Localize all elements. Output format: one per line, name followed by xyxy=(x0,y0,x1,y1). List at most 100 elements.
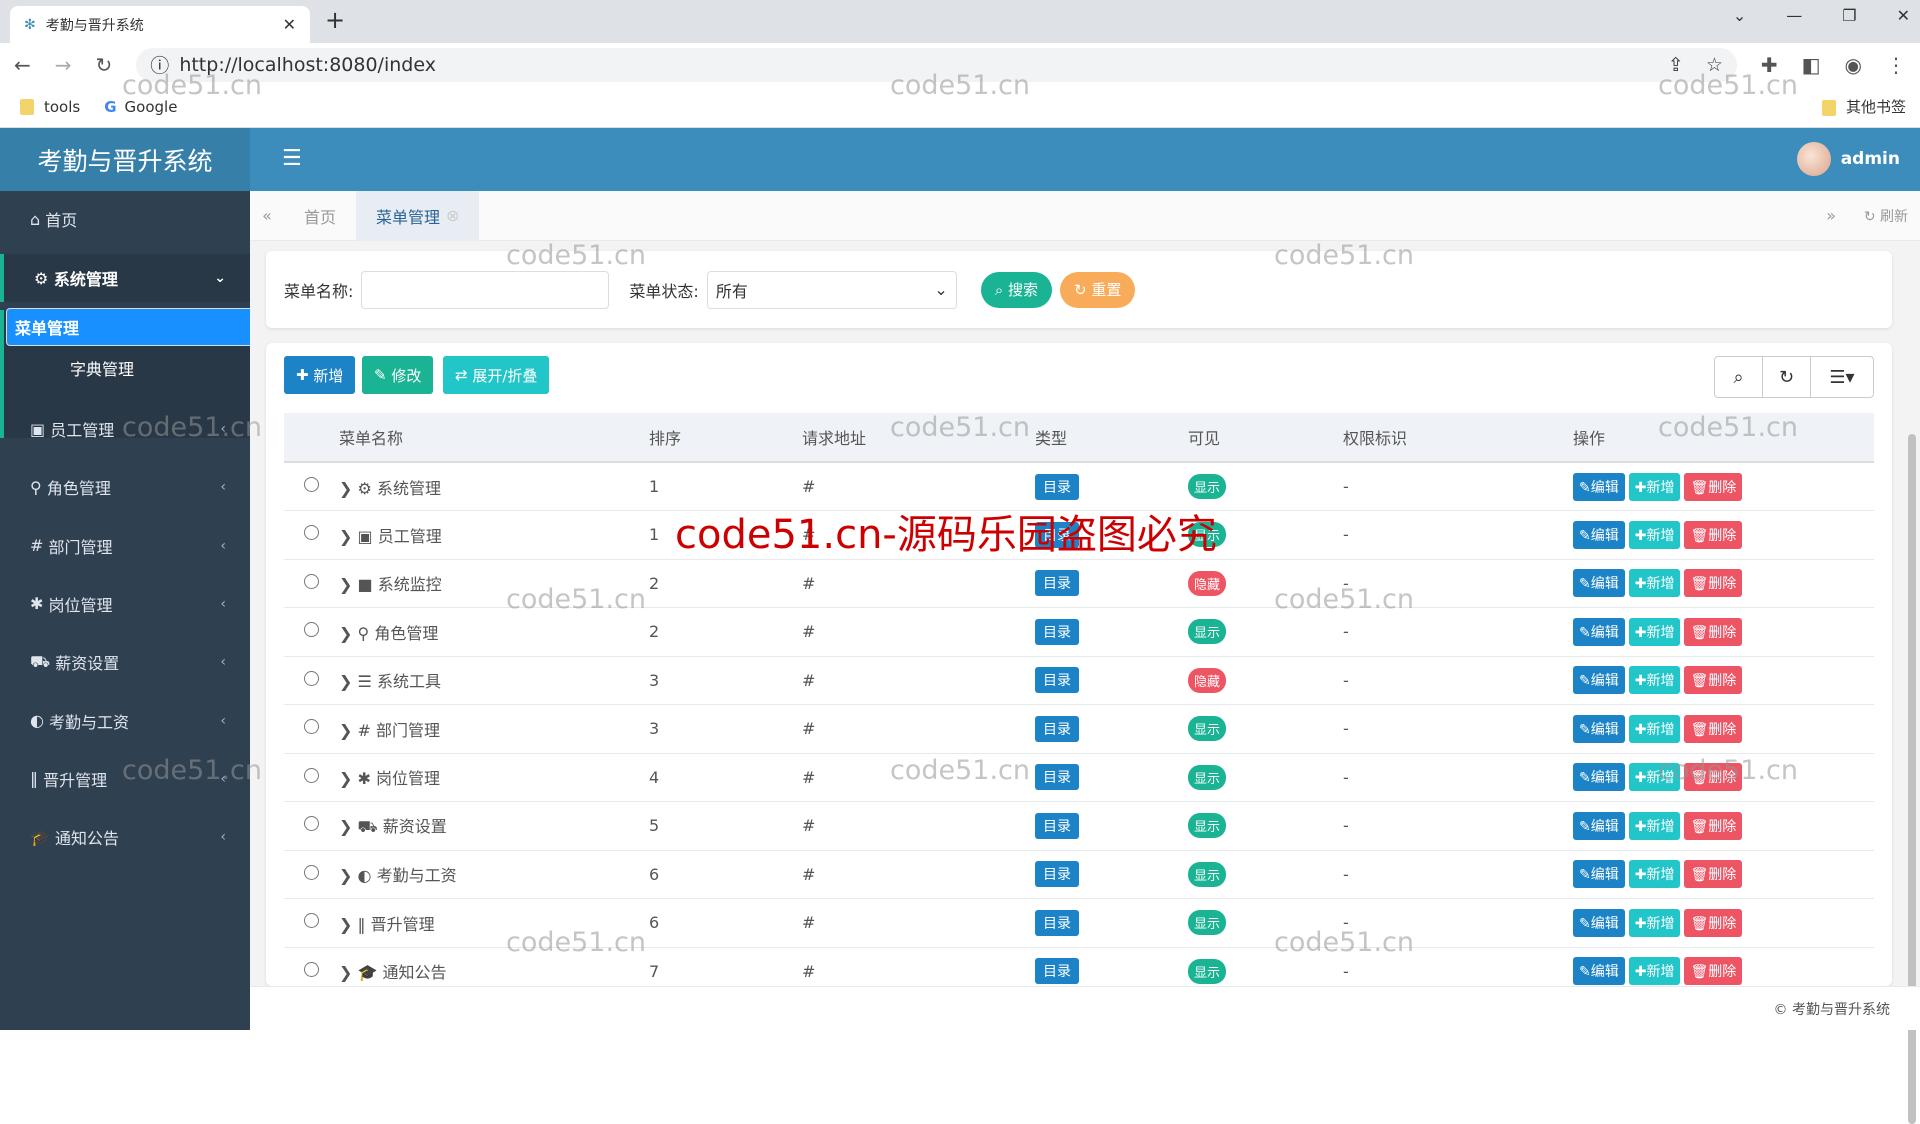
table-row[interactable]: ❯ ✱ 岗位管理 4 # 目录 显示 - ✎编辑 ✚新增 🗑删除 xyxy=(284,753,1874,802)
table-row[interactable]: ❯ ⛟ 薪资设置 5 # 目录 显示 - ✎编辑 ✚新增 🗑删除 xyxy=(284,801,1874,851)
row-add-button[interactable]: ✚新增 xyxy=(1628,617,1681,646)
tabs-prev-icon[interactable]: « xyxy=(250,206,284,225)
row-add-button[interactable]: ✚新增 xyxy=(1628,860,1681,889)
table-row[interactable]: ❯ ▣ 员工管理 1 # 目录 显示 - ✎编辑 ✚新增 🗑删除 xyxy=(284,510,1874,560)
back-icon[interactable]: ← xyxy=(14,53,31,77)
row-radio[interactable] xyxy=(304,525,319,541)
table-row[interactable]: ❯ # 部门管理 3 # 目录 显示 - ✎编辑 ✚新增 🗑删除 xyxy=(284,704,1874,754)
expand-icon[interactable]: ❯ xyxy=(339,624,352,643)
expand-icon[interactable]: ❯ xyxy=(339,769,352,788)
bookmark-google[interactable]: G Google xyxy=(104,98,177,116)
row-radio[interactable] xyxy=(304,913,319,929)
minimize-button[interactable]: — xyxy=(1786,6,1802,25)
menu-icon[interactable]: ⋮ xyxy=(1886,53,1906,77)
table-row[interactable]: ❯ ■ 系统监控 2 # 目录 隐藏 - ✎编辑 ✚新增 🗑删除 xyxy=(284,559,1874,608)
row-add-button[interactable]: ✚新增 xyxy=(1628,763,1681,792)
search-toggle-icon[interactable]: ⌕ xyxy=(1715,357,1763,397)
sidebar-item-system[interactable]: ⚙ 系统管理 ⌄ xyxy=(0,254,250,302)
expand-icon[interactable]: ❯ xyxy=(339,866,352,885)
sidebar-subitem-dict[interactable]: 字典管理 xyxy=(6,348,248,388)
table-row[interactable]: ❯ ⚲ 角色管理 2 # 目录 显示 - ✎编辑 ✚新增 🗑删除 xyxy=(284,607,1874,657)
new-tab-button[interactable]: + xyxy=(325,6,345,34)
row-radio[interactable] xyxy=(304,864,319,880)
sidebar-item[interactable]: ✱ 岗位管理 ‹ xyxy=(0,580,250,628)
table-row[interactable]: ❯ ◐ 考勤与工资 6 # 目录 显示 - ✎编辑 ✚新增 🗑删除 xyxy=(284,850,1874,899)
share-icon[interactable]: ⇪ xyxy=(1668,54,1684,76)
table-row[interactable]: ❯ ⚙ 系统管理 1 # 目录 显示 - ✎编辑 ✚新增 🗑删除 xyxy=(284,462,1874,511)
user-menu[interactable]: admin xyxy=(1796,142,1900,176)
bookmark-tools[interactable]: tools xyxy=(20,98,80,116)
row-edit-button[interactable]: ✎编辑 xyxy=(1573,714,1625,743)
refresh-button[interactable]: ↻ 刷新 xyxy=(1864,206,1908,226)
row-radio[interactable] xyxy=(304,622,319,638)
row-radio[interactable] xyxy=(304,477,319,492)
row-delete-button[interactable]: 🗑删除 xyxy=(1684,569,1743,598)
row-add-button[interactable]: ✚新增 xyxy=(1628,811,1681,840)
row-edit-button[interactable]: ✎编辑 xyxy=(1573,908,1625,937)
row-edit-button[interactable]: ✎编辑 xyxy=(1573,666,1625,695)
row-radio[interactable] xyxy=(304,719,319,735)
sidebar-item[interactable]: ⛟ 薪资设置 ‹ xyxy=(0,638,250,686)
row-edit-button[interactable]: ✎编辑 xyxy=(1573,763,1625,792)
search-button[interactable]: ⌕ 搜索 xyxy=(980,271,1052,308)
close-tab-icon[interactable]: ✕ xyxy=(283,15,296,34)
row-add-button[interactable]: ✚新增 xyxy=(1628,957,1681,986)
status-select[interactable]: 所有 ⌄ xyxy=(706,270,957,309)
row-add-button[interactable]: ✚新增 xyxy=(1628,472,1681,501)
row-delete-button[interactable]: 🗑删除 xyxy=(1684,472,1743,501)
extensions-icon[interactable]: ✚ xyxy=(1761,53,1778,77)
expand-icon[interactable]: ❯ xyxy=(339,915,352,934)
expand-icon[interactable]: ❯ xyxy=(339,672,352,691)
sidebar-item[interactable]: ⚲ 角色管理 ‹ xyxy=(0,463,250,511)
sidebar-item-home[interactable]: ⌂ 首页 xyxy=(0,195,250,243)
row-delete-button[interactable]: 🗑删除 xyxy=(1684,957,1743,986)
row-edit-button[interactable]: ✎编辑 xyxy=(1573,811,1625,840)
sidebar-item[interactable]: 🎓 通知公告 ‹ xyxy=(0,813,250,861)
row-radio[interactable] xyxy=(304,816,319,832)
row-delete-button[interactable]: 🗑删除 xyxy=(1684,520,1743,549)
row-add-button[interactable]: ✚新增 xyxy=(1628,908,1681,937)
table-row[interactable]: ❯ ‖ 晋升管理 6 # 目录 显示 - ✎编辑 ✚新增 🗑删除 xyxy=(284,898,1874,948)
row-delete-button[interactable]: 🗑删除 xyxy=(1684,811,1743,840)
row-edit-button[interactable]: ✎编辑 xyxy=(1573,569,1625,598)
reload-icon[interactable]: ↻ xyxy=(96,53,113,77)
row-radio[interactable] xyxy=(304,670,319,686)
tab-home[interactable]: 首页 xyxy=(284,191,356,241)
tab-menu-manage[interactable]: 菜单管理 ⊗ xyxy=(356,190,480,241)
columns-icon[interactable]: ☰▾ xyxy=(1811,357,1873,397)
row-edit-button[interactable]: ✎编辑 xyxy=(1573,472,1625,501)
row-add-button[interactable]: ✚新增 xyxy=(1628,520,1681,549)
table-row[interactable]: ❯ ☰ 系统工具 3 # 目录 隐藏 - ✎编辑 ✚新增 🗑删除 xyxy=(284,656,1874,705)
row-delete-button[interactable]: 🗑删除 xyxy=(1684,860,1743,889)
add-button[interactable]: ✚ 新增 xyxy=(284,356,356,394)
other-bookmarks[interactable]: 其他书签 xyxy=(1821,96,1906,117)
expand-icon[interactable]: ❯ xyxy=(339,721,352,740)
row-add-button[interactable]: ✚新增 xyxy=(1628,714,1681,743)
row-delete-button[interactable]: 🗑删除 xyxy=(1684,908,1743,937)
address-bar[interactable]: ⓘ http://localhost:8080/index ⇪ ☆ xyxy=(136,47,1737,82)
sidepanel-icon[interactable]: ◧ xyxy=(1802,53,1821,77)
sidebar-toggle-icon[interactable]: ☰ xyxy=(282,146,302,171)
star-icon[interactable]: ☆ xyxy=(1706,54,1723,76)
row-add-button[interactable]: ✚新增 xyxy=(1628,569,1681,598)
expand-icon[interactable]: ❯ xyxy=(339,575,352,594)
forward-icon[interactable]: → xyxy=(55,53,72,77)
profile-icon[interactable]: ◉ xyxy=(1845,53,1862,77)
browser-tab[interactable]: ✻ 考勤与晋升系统 ✕ xyxy=(10,6,310,43)
row-edit-button[interactable]: ✎编辑 xyxy=(1573,860,1625,889)
edit-button[interactable]: ✎ 修改 xyxy=(362,356,434,394)
tabs-next-icon[interactable]: » xyxy=(1826,206,1836,225)
row-delete-button[interactable]: 🗑删除 xyxy=(1684,714,1743,743)
close-tab-icon[interactable]: ⊗ xyxy=(446,206,459,225)
row-radio[interactable] xyxy=(304,573,319,589)
row-delete-button[interactable]: 🗑删除 xyxy=(1684,666,1743,695)
expand-collapse-button[interactable]: ⇄ 展开/折叠 xyxy=(443,356,550,394)
sidebar-item[interactable]: # 部门管理 ‹ xyxy=(0,522,250,570)
row-edit-button[interactable]: ✎编辑 xyxy=(1573,957,1625,986)
row-edit-button[interactable]: ✎编辑 xyxy=(1573,617,1625,646)
close-window-button[interactable]: ✕ xyxy=(1897,6,1910,25)
restore-button[interactable]: ❐ xyxy=(1842,6,1856,25)
row-radio[interactable] xyxy=(304,961,319,977)
row-delete-button[interactable]: 🗑删除 xyxy=(1684,617,1743,646)
sidebar-item[interactable]: ◐ 考勤与工资 ‹ xyxy=(0,697,250,745)
